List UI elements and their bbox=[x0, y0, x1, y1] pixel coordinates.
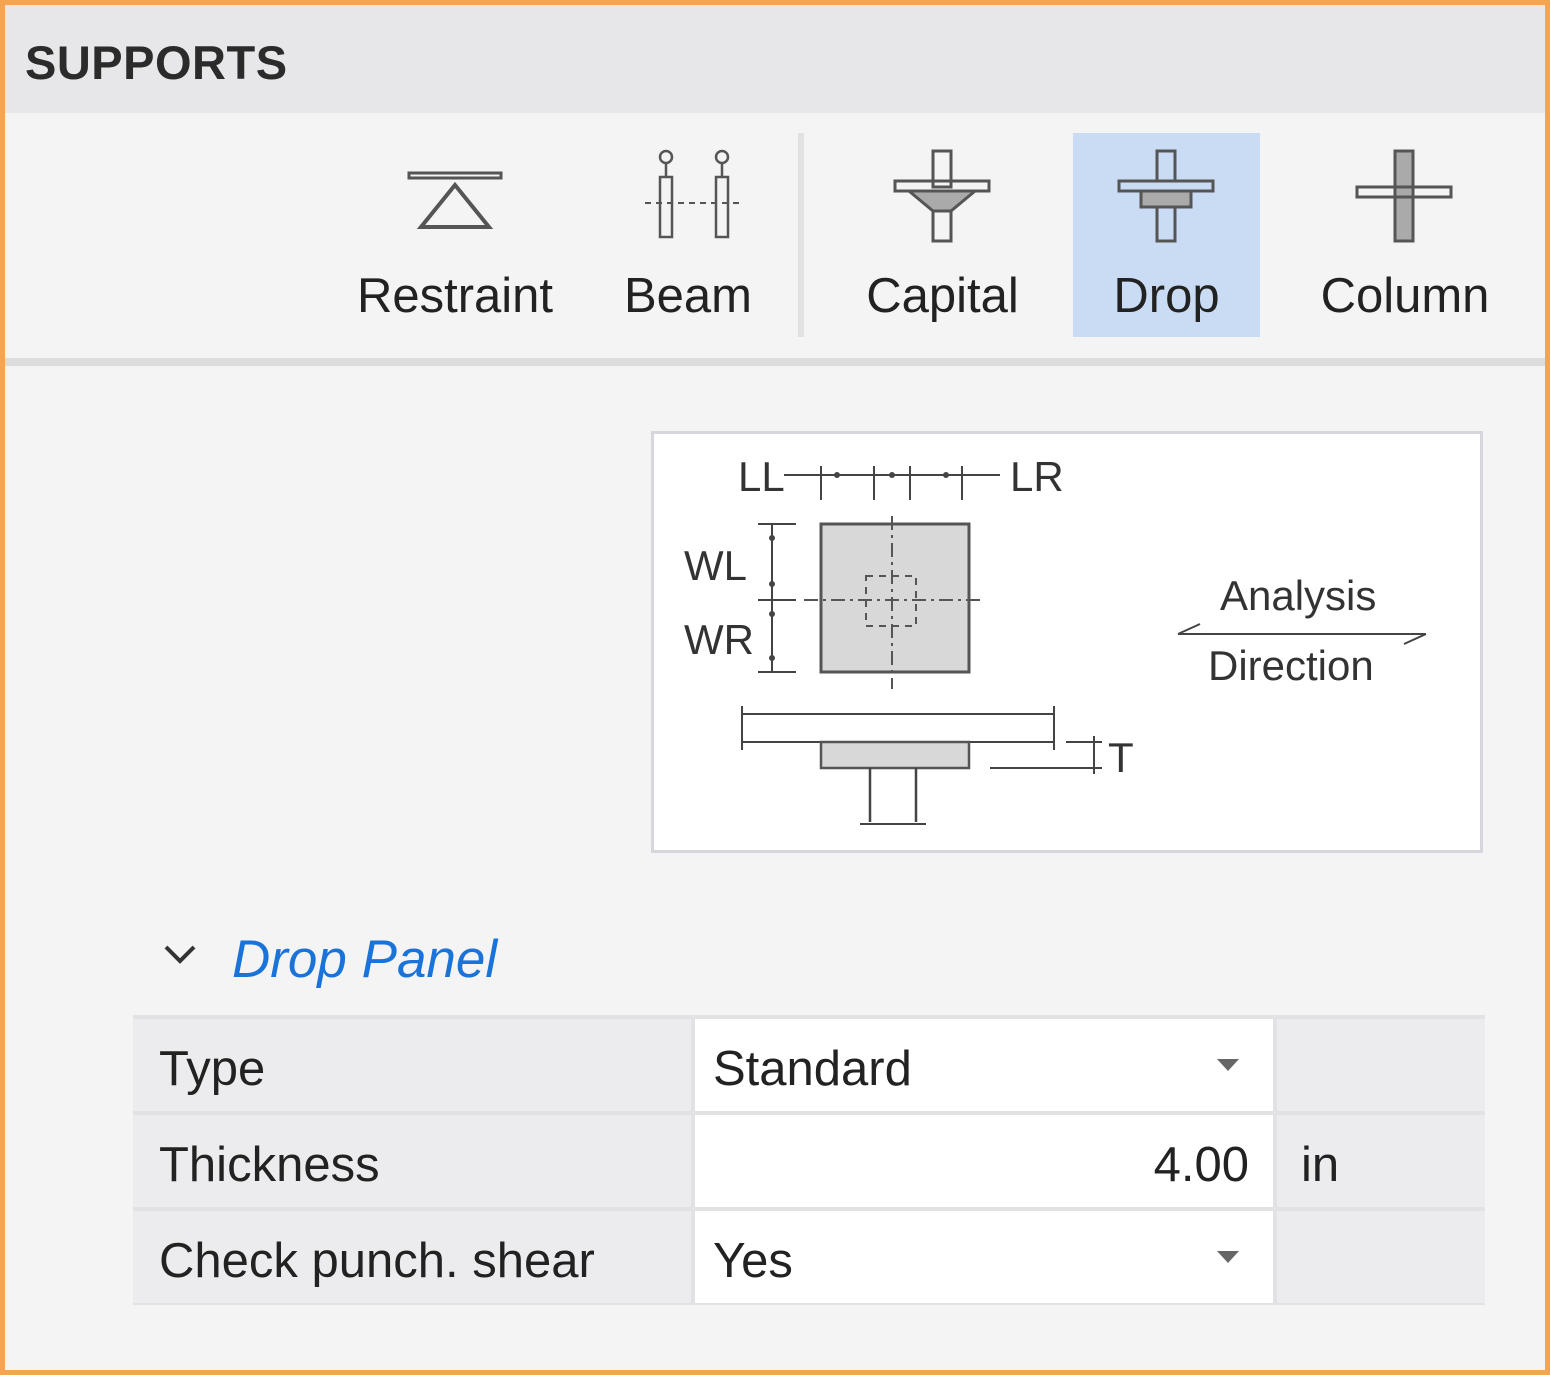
drop-panel-schematic: LL LR WL WR T Analysis Direction bbox=[684, 453, 1427, 825]
chevron-down-icon bbox=[164, 945, 196, 964]
dropdown-arrow-icon[interactable] bbox=[1217, 1059, 1239, 1071]
wr-label: WR bbox=[684, 616, 754, 663]
toolbar-divider bbox=[5, 358, 1545, 366]
beam-support-icon bbox=[645, 149, 741, 239]
restraint-button[interactable]: Restraint bbox=[350, 133, 560, 337]
thickness-input[interactable]: 4.00 bbox=[695, 1115, 1273, 1207]
property-name: Type bbox=[133, 1019, 691, 1111]
direction-label: Direction bbox=[1208, 642, 1374, 689]
panel-header: SUPPORTS bbox=[5, 5, 1545, 113]
property-row-check-punch-shear: Check punch. shear Yes bbox=[133, 1211, 1485, 1307]
wl-label: WL bbox=[684, 542, 747, 589]
drop-label: Drop bbox=[1113, 269, 1220, 323]
supports-panel: SUPPORTS Restraint Beam Capital Drop Col… bbox=[0, 0, 1550, 1375]
property-unit: in bbox=[1277, 1115, 1485, 1207]
property-name: Thickness bbox=[133, 1115, 691, 1207]
column-icon bbox=[1355, 149, 1453, 243]
property-row-thickness: Thickness 4.00 in bbox=[133, 1115, 1485, 1211]
drop-panel-icon bbox=[1117, 149, 1214, 243]
panel-title: SUPPORTS bbox=[25, 36, 288, 89]
lr-label: LR bbox=[1010, 453, 1064, 500]
capital-button[interactable]: Capital bbox=[845, 133, 1040, 337]
ll-label: LL bbox=[738, 453, 785, 500]
dropdown-arrow-icon[interactable] bbox=[1217, 1251, 1239, 1263]
column-button[interactable]: Column bbox=[1305, 133, 1505, 337]
property-unit bbox=[1277, 1211, 1485, 1303]
restraint-label: Restraint bbox=[356, 269, 554, 323]
capital-icon bbox=[893, 149, 990, 243]
capital-label: Capital bbox=[866, 269, 1019, 323]
check-punch-shear-dropdown[interactable]: Yes bbox=[695, 1211, 1273, 1303]
check-punch-shear-value: Yes bbox=[713, 1234, 793, 1288]
drop-panel-properties: Type Standard Thickness 4.00 in Check pu… bbox=[133, 1015, 1485, 1305]
property-unit bbox=[1277, 1019, 1485, 1111]
section-title: Drop Panel bbox=[232, 930, 498, 989]
beam-button[interactable]: Beam bbox=[593, 133, 783, 337]
column-label: Column bbox=[1320, 269, 1490, 323]
restraint-icon bbox=[407, 171, 503, 229]
support-type-toolbar: Restraint Beam Capital Drop Column bbox=[5, 113, 1545, 361]
drop-panel-diagram: LL LR WL WR T Analysis Direction bbox=[651, 431, 1483, 853]
beam-label: Beam bbox=[623, 269, 752, 323]
property-row-type: Type Standard bbox=[133, 1019, 1485, 1115]
thickness-value: 4.00 bbox=[1153, 1138, 1249, 1192]
type-dropdown[interactable]: Standard bbox=[695, 1019, 1273, 1111]
analysis-label: Analysis bbox=[1220, 572, 1376, 619]
drop-button[interactable]: Drop bbox=[1073, 133, 1260, 337]
toolbar-separator bbox=[798, 133, 804, 337]
property-name: Check punch. shear bbox=[133, 1211, 691, 1303]
t-label: T bbox=[1108, 734, 1134, 781]
type-value: Standard bbox=[713, 1042, 912, 1096]
